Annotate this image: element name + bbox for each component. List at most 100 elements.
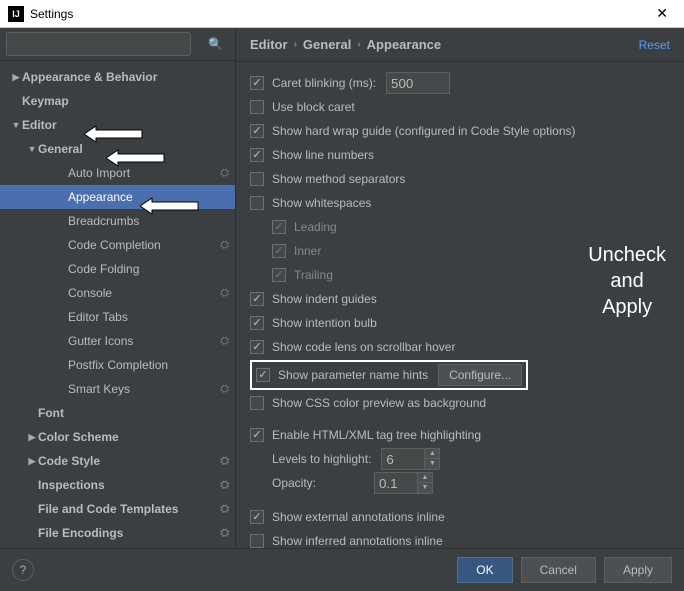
levels-up-icon[interactable]: ▲ bbox=[425, 449, 439, 459]
chevron-right-icon: › bbox=[294, 39, 297, 50]
sidebar: 🔍 ▶Appearance & BehaviorKeymap▼Editor▼Ge… bbox=[0, 28, 236, 548]
block-caret-checkbox[interactable] bbox=[250, 100, 264, 114]
levels-spinner[interactable]: ▲▼ bbox=[381, 448, 440, 470]
inferred-annotations-checkbox[interactable] bbox=[250, 534, 264, 548]
breadcrumb-editor[interactable]: Editor bbox=[250, 37, 288, 52]
trailing-checkbox[interactable] bbox=[272, 268, 286, 282]
sidebar-item-auto-import[interactable]: Auto Import⛭ bbox=[0, 161, 235, 185]
sidebar-item-label: Console bbox=[68, 286, 220, 300]
sidebar-item-file-encodings[interactable]: File Encodings⛭ bbox=[0, 521, 235, 545]
caret-blinking-input[interactable] bbox=[386, 72, 450, 94]
project-scope-icon: ⛭ bbox=[220, 287, 229, 300]
sidebar-item-file-and-code-templates[interactable]: File and Code Templates⛭ bbox=[0, 497, 235, 521]
breadcrumb-general[interactable]: General bbox=[303, 37, 351, 52]
opacity-input[interactable] bbox=[374, 472, 418, 494]
block-caret-label: Use block caret bbox=[272, 100, 355, 114]
sidebar-item-color-scheme[interactable]: ▶Color Scheme bbox=[0, 425, 235, 449]
method-separators-checkbox[interactable] bbox=[250, 172, 264, 186]
line-numbers-checkbox[interactable] bbox=[250, 148, 264, 162]
close-button[interactable]: ✕ bbox=[648, 5, 676, 22]
indent-guides-label: Show indent guides bbox=[272, 292, 377, 306]
cancel-button[interactable]: Cancel bbox=[521, 557, 596, 583]
settings-tree: ▶Appearance & BehaviorKeymap▼Editor▼Gene… bbox=[0, 61, 235, 548]
search-icon: 🔍 bbox=[208, 37, 223, 51]
project-scope-icon: ⛭ bbox=[220, 503, 229, 516]
sidebar-item-postfix-completion[interactable]: Postfix Completion bbox=[0, 353, 235, 377]
opacity-spinner[interactable]: ▲▼ bbox=[374, 472, 433, 494]
project-scope-icon: ⛭ bbox=[220, 479, 229, 492]
intention-bulb-label: Show intention bulb bbox=[272, 316, 377, 330]
html-highlight-label: Enable HTML/XML tag tree highlighting bbox=[272, 428, 481, 442]
help-button[interactable]: ? bbox=[12, 559, 34, 581]
inner-checkbox[interactable] bbox=[272, 244, 286, 258]
project-scope-icon: ⛭ bbox=[220, 335, 229, 348]
intention-bulb-checkbox[interactable] bbox=[250, 316, 264, 330]
project-scope-icon: ⛭ bbox=[220, 455, 229, 468]
css-preview-checkbox[interactable] bbox=[250, 396, 264, 410]
levels-label: Levels to highlight: bbox=[272, 452, 371, 466]
sidebar-item-code-folding[interactable]: Code Folding bbox=[0, 257, 235, 281]
trailing-label: Trailing bbox=[294, 268, 333, 282]
method-separators-label: Show method separators bbox=[272, 172, 405, 186]
css-preview-label: Show CSS color preview as background bbox=[272, 396, 486, 410]
reset-link[interactable]: Reset bbox=[639, 38, 670, 52]
ok-button[interactable]: OK bbox=[457, 557, 512, 583]
sidebar-item-code-style[interactable]: ▶Code Style⛭ bbox=[0, 449, 235, 473]
ext-annotations-checkbox[interactable] bbox=[250, 510, 264, 524]
sidebar-item-inspections[interactable]: Inspections⛭ bbox=[0, 473, 235, 497]
opacity-up-icon[interactable]: ▲ bbox=[418, 473, 432, 483]
levels-input[interactable] bbox=[381, 448, 425, 470]
chevron-right-icon: › bbox=[357, 39, 360, 50]
sidebar-item-label: Inspections bbox=[38, 478, 220, 492]
sidebar-item-general[interactable]: ▼General bbox=[0, 137, 235, 161]
sidebar-item-gutter-icons[interactable]: Gutter Icons⛭ bbox=[0, 329, 235, 353]
sidebar-item-label: Code Style bbox=[38, 454, 220, 468]
footer: ? OK Cancel Apply bbox=[0, 548, 684, 590]
leading-checkbox[interactable] bbox=[272, 220, 286, 234]
opacity-down-icon[interactable]: ▼ bbox=[418, 483, 432, 493]
sidebar-item-label: File Encodings bbox=[38, 526, 220, 540]
param-hints-checkbox[interactable] bbox=[256, 368, 270, 382]
configure-button[interactable]: Configure... bbox=[438, 364, 522, 386]
project-scope-icon: ⛭ bbox=[220, 383, 229, 396]
hard-wrap-checkbox[interactable] bbox=[250, 124, 264, 138]
sidebar-item-breadcrumbs[interactable]: Breadcrumbs bbox=[0, 209, 235, 233]
sidebar-item-label: Editor bbox=[22, 118, 229, 132]
ext-annotations-label: Show external annotations inline bbox=[272, 510, 445, 524]
chevron-right-icon: ▶ bbox=[10, 72, 22, 83]
param-hints-highlight: Show parameter name hints Configure... bbox=[250, 360, 528, 390]
sidebar-item-label: Editor Tabs bbox=[68, 310, 229, 324]
sidebar-item-appearance-behavior[interactable]: ▶Appearance & Behavior bbox=[0, 65, 235, 89]
caret-blinking-checkbox[interactable] bbox=[250, 76, 264, 90]
sidebar-item-keymap[interactable]: Keymap bbox=[0, 89, 235, 113]
code-lens-checkbox[interactable] bbox=[250, 340, 264, 354]
sidebar-item-label: Breadcrumbs bbox=[68, 214, 229, 228]
breadcrumb-appearance: Appearance bbox=[367, 37, 441, 52]
opacity-label: Opacity: bbox=[272, 476, 316, 490]
sidebar-item-font[interactable]: Font bbox=[0, 401, 235, 425]
sidebar-item-label: Code Completion bbox=[68, 238, 220, 252]
app-icon: IJ bbox=[8, 6, 24, 22]
sidebar-item-label: File and Code Templates bbox=[38, 502, 220, 516]
sidebar-item-appearance[interactable]: Appearance bbox=[0, 185, 235, 209]
sidebar-item-editor-tabs[interactable]: Editor Tabs bbox=[0, 305, 235, 329]
sidebar-item-code-completion[interactable]: Code Completion⛭ bbox=[0, 233, 235, 257]
inferred-annotations-label: Show inferred annotations inline bbox=[272, 534, 443, 548]
sidebar-item-label: Font bbox=[38, 406, 229, 420]
indent-guides-checkbox[interactable] bbox=[250, 292, 264, 306]
search-input[interactable] bbox=[6, 32, 191, 56]
levels-down-icon[interactable]: ▼ bbox=[425, 459, 439, 469]
html-highlight-checkbox[interactable] bbox=[250, 428, 264, 442]
caret-blinking-label: Caret blinking (ms): bbox=[272, 76, 376, 90]
whitespaces-checkbox[interactable] bbox=[250, 196, 264, 210]
sidebar-item-editor[interactable]: ▼Editor bbox=[0, 113, 235, 137]
sidebar-item-smart-keys[interactable]: Smart Keys⛭ bbox=[0, 377, 235, 401]
sidebar-item-console[interactable]: Console⛭ bbox=[0, 281, 235, 305]
sidebar-item-label: Smart Keys bbox=[68, 382, 220, 396]
sidebar-item-label: Gutter Icons bbox=[68, 334, 220, 348]
chevron-right-icon: ▶ bbox=[26, 432, 38, 443]
settings-panel: Caret blinking (ms): Use block caret Sho… bbox=[236, 62, 684, 548]
param-hints-label: Show parameter name hints bbox=[278, 368, 428, 382]
project-scope-icon: ⛭ bbox=[220, 167, 229, 180]
apply-button[interactable]: Apply bbox=[604, 557, 672, 583]
